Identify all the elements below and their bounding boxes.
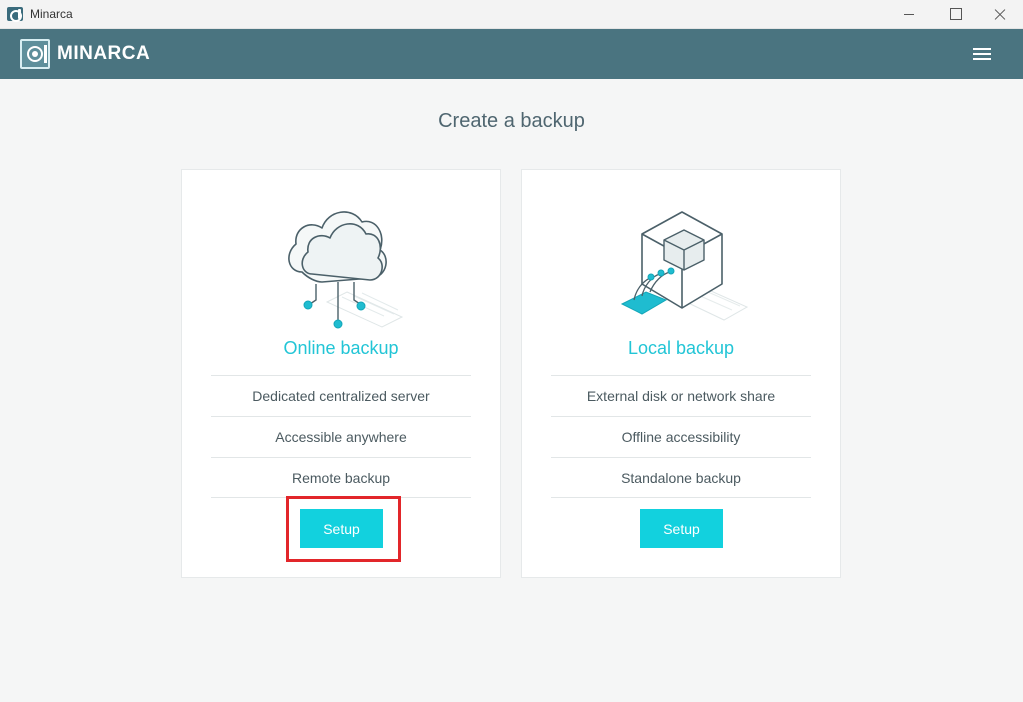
local-backup-features: External disk or network share Offline a…: [551, 375, 811, 498]
local-backup-card: Local backup External disk or network sh…: [521, 169, 841, 578]
online-backup-card: Online backup Dedicated centralized serv…: [181, 169, 501, 578]
local-setup-button[interactable]: Setup: [640, 509, 723, 548]
online-backup-features: Dedicated centralized server Accessible …: [211, 375, 471, 498]
minimize-icon[interactable]: [886, 0, 932, 29]
feature-item: Remote backup: [211, 457, 471, 498]
close-icon[interactable]: [977, 0, 1023, 29]
window-title: Minarca: [30, 7, 73, 21]
online-setup-button[interactable]: Setup: [300, 509, 383, 548]
feature-item: Dedicated centralized server: [211, 375, 471, 416]
brand-name: MINARCA: [57, 43, 151, 64]
feature-item: Accessible anywhere: [211, 416, 471, 457]
page-title: Create a backup: [438, 110, 585, 132]
disk-illustration-icon: [620, 211, 749, 321]
hamburger-menu-icon[interactable]: [970, 44, 994, 64]
maximize-icon[interactable]: [932, 0, 978, 29]
app-icon: [7, 7, 23, 22]
feature-item: External disk or network share: [551, 375, 811, 416]
minarca-logo-icon: [20, 39, 50, 69]
app-header: MINARCA: [0, 29, 1023, 79]
feature-item: Standalone backup: [551, 457, 811, 498]
online-backup-title: Online backup: [283, 338, 399, 358]
feature-item: Offline accessibility: [551, 416, 811, 457]
local-backup-title: Local backup: [627, 338, 735, 358]
cloud-illustration-icon: [288, 211, 404, 329]
window-titlebar: Minarca: [0, 0, 1023, 29]
